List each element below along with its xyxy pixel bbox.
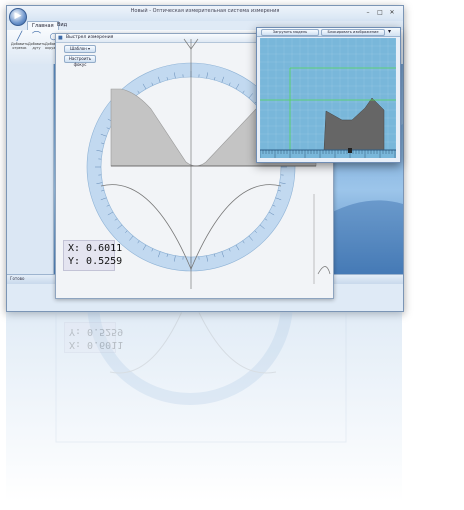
overlay-plot — [260, 38, 396, 158]
window-reflection: X: 0.6011 Y: 0.5259 — [6, 312, 402, 502]
app-menu-button[interactable]: ▶ — [9, 8, 27, 26]
coord-y: Y: 0.5259 — [68, 256, 123, 267]
status-text: Готово — [10, 276, 25, 281]
overlay-window: Загрузить модель Блокировать изображение… — [256, 27, 401, 163]
close-button[interactable]: ✕ — [387, 9, 397, 16]
add-line-button[interactable]: ╱ Добавить отрезок — [11, 32, 28, 50]
title-bar: Новый - Оптическая измерительная система… — [7, 6, 403, 21]
coord-x: X: 0.6011 — [68, 243, 123, 254]
add-arc-button[interactable]: ⌒ Добавить дугу — [28, 32, 45, 50]
coordinate-readout: X: 0.6011 Y: 0.5259 — [63, 240, 122, 271]
maximize-button[interactable]: □ — [375, 9, 385, 16]
arc-tool-icon: ⌒ — [31, 32, 41, 42]
overlay-marker — [348, 148, 352, 153]
reflection-coords: X: 0.6011 Y: 0.5259 — [64, 322, 123, 353]
overlay-plot-svg — [260, 38, 396, 158]
overlay-menu-icon[interactable]: ▾ — [388, 28, 391, 35]
lock-image-button[interactable]: Блокировать изображение — [321, 29, 385, 36]
overlay-toolbar: Загрузить модель Блокировать изображение… — [257, 28, 400, 37]
tab-view[interactable]: Вид — [53, 21, 71, 29]
line-tool-icon: ╱ — [16, 32, 23, 42]
load-model-button[interactable]: Загрузить модель — [261, 29, 319, 36]
minimize-button[interactable]: – — [363, 9, 373, 16]
window-title: Новый - Оптическая измерительная система… — [130, 8, 280, 14]
screenshot-scene: Новый - Оптическая измерительная система… — [0, 0, 464, 510]
corner-arc — [317, 266, 331, 275]
